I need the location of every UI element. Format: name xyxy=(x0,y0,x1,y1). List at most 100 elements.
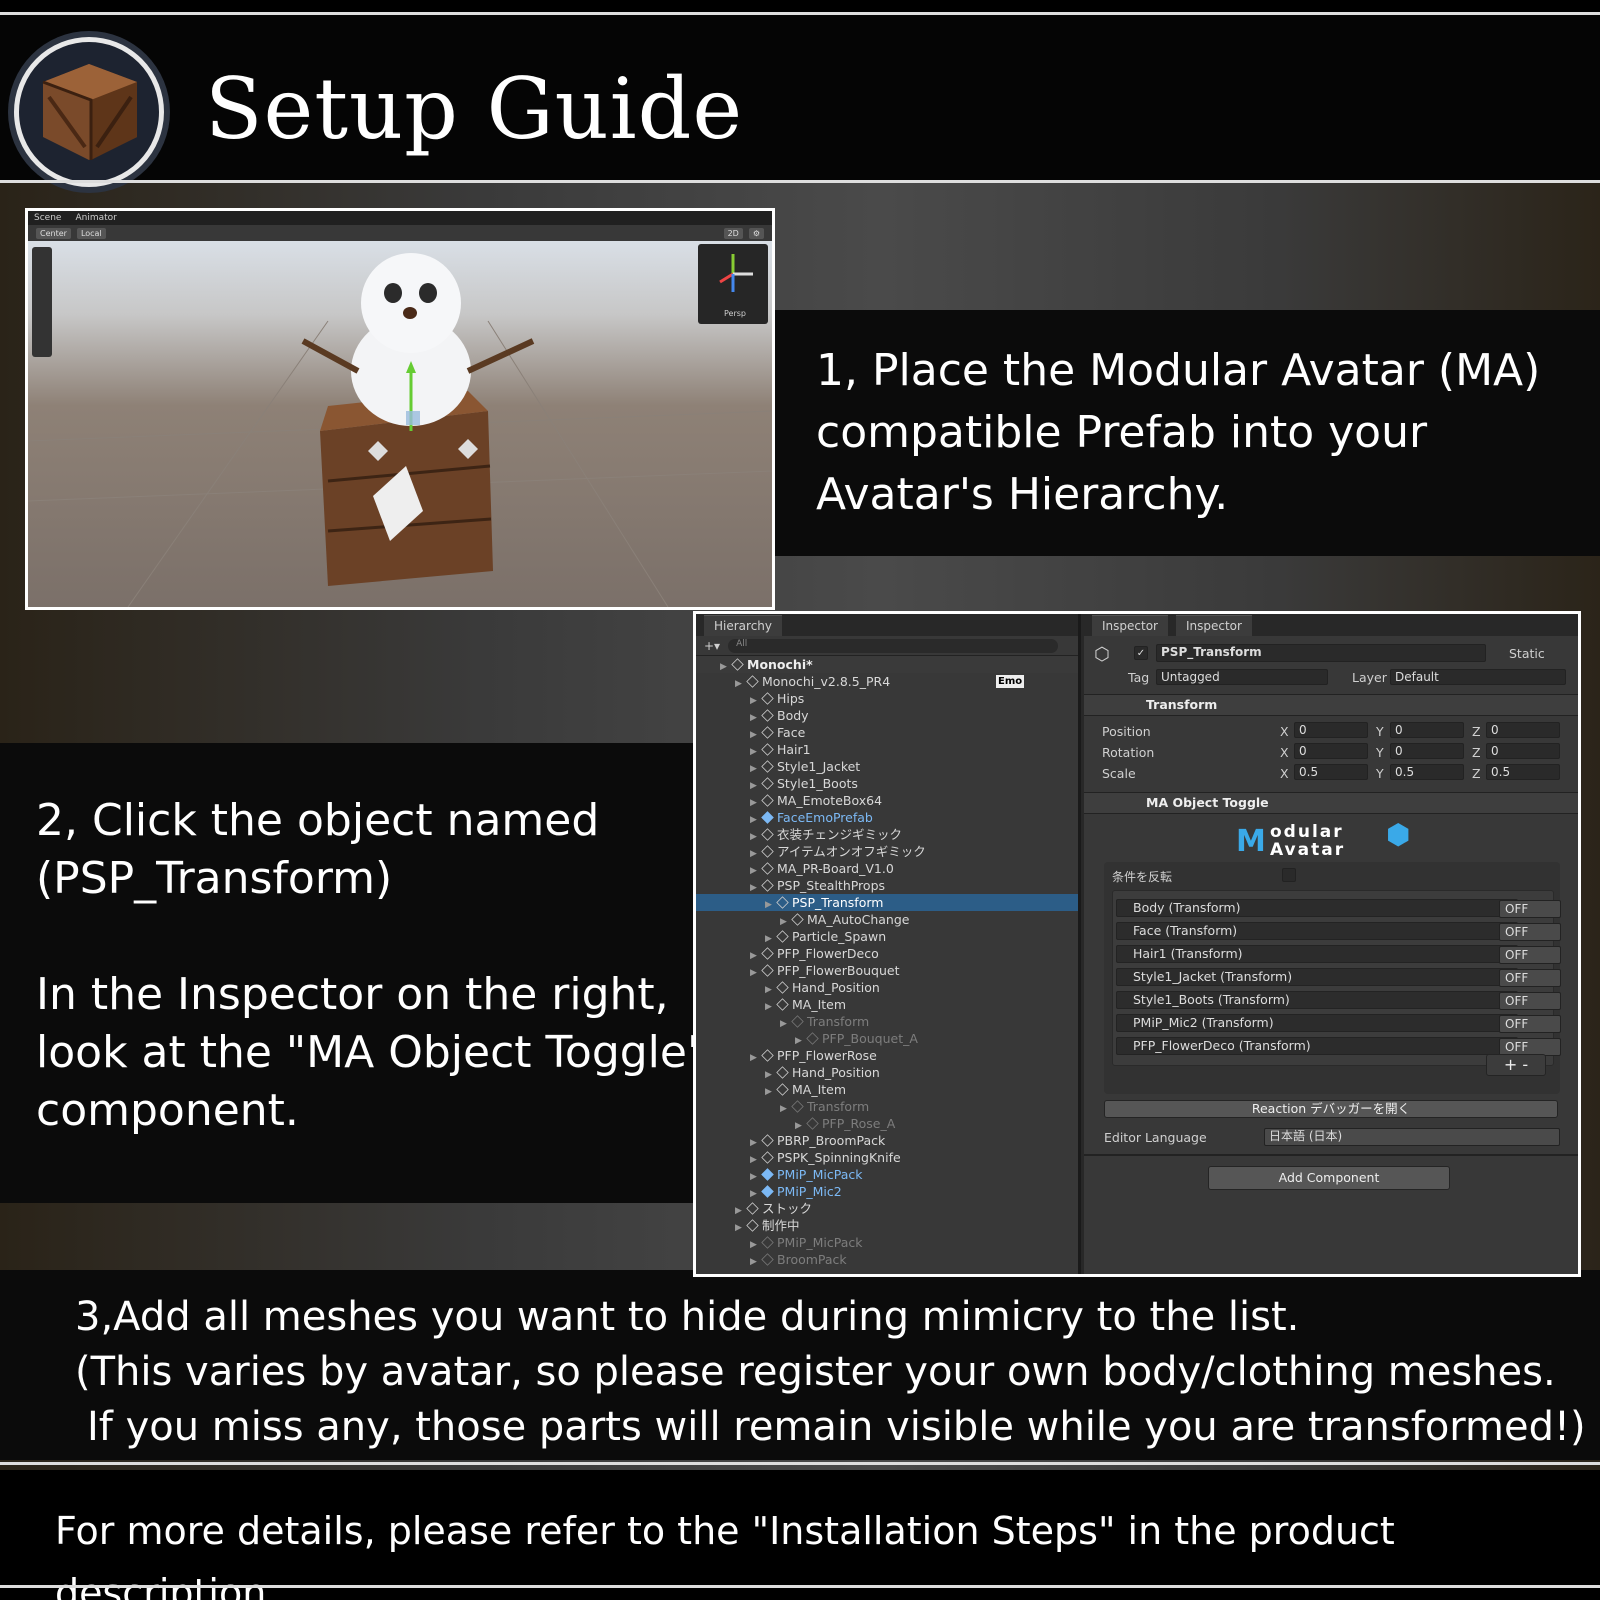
add-item-button[interactable]: + xyxy=(1504,1055,1517,1074)
tab-animator[interactable]: Animator xyxy=(75,213,116,223)
toggle-state-dropdown[interactable]: OFF xyxy=(1499,946,1561,964)
hierarchy-item-label: MA_Item xyxy=(792,997,847,1012)
hierarchy-item[interactable]: ▶ PFP_FlowerBouquet xyxy=(696,962,1078,979)
hierarchy-item[interactable]: ▶ MA_PR-Board_V1.0 xyxy=(696,860,1078,877)
transform-section-header[interactable]: Transform xyxy=(1084,694,1578,716)
editor-language-dropdown[interactable]: 日本語 (日本) xyxy=(1264,1128,1560,1146)
scl-field[interactable]: 0.5 xyxy=(1390,764,1464,780)
remove-item-button[interactable]: - xyxy=(1522,1055,1528,1074)
hierarchy-item[interactable]: ▶ PSPK_SpinningKnife xyxy=(696,1149,1078,1166)
hierarchy-item[interactable]: ▶ MA_EmoteBox64 xyxy=(696,792,1078,809)
gameobject-icon xyxy=(761,709,774,722)
scene-view[interactable]: Scene Animator Center Local 2D ⚙ Persp xyxy=(25,208,775,610)
gameobject-icon xyxy=(761,794,774,807)
gameobject-icon xyxy=(776,998,789,1011)
toggle-object-field[interactable]: PMiP_Mic2 (Transform) OFF xyxy=(1116,1014,1561,1033)
active-checkbox[interactable]: ✓ xyxy=(1134,646,1148,660)
gameobject-icon xyxy=(776,1066,789,1079)
hierarchy-item[interactable]: ▶ MA_Item xyxy=(696,996,1078,1013)
hierarchy-item[interactable]: ▶ PFP_Bouquet_A xyxy=(696,1030,1078,1047)
hierarchy-item[interactable]: ▶ PFP_FlowerDeco xyxy=(696,945,1078,962)
hierarchy-item[interactable]: ▶ PFP_Rose_A xyxy=(696,1115,1078,1132)
hierarchy-item[interactable]: ▶ 衣装チェンジギミック xyxy=(696,826,1078,843)
gizmos-button[interactable]: ⚙ xyxy=(748,227,764,239)
pos-field[interactable]: 0 xyxy=(1390,722,1464,738)
toggle-object-field[interactable]: PFP_FlowerDeco (Transform) OFF xyxy=(1116,1037,1561,1056)
hierarchy-item[interactable]: ▶ Monochi_v2.8.5_PR4 Emo xyxy=(696,673,1078,690)
add-component-button[interactable]: Add Component xyxy=(1208,1166,1450,1190)
hierarchy-item[interactable]: ▶ PFP_FlowerRose xyxy=(696,1047,1078,1064)
hierarchy-item[interactable]: ▶ Hand_Position xyxy=(696,979,1078,996)
scl-field[interactable]: 0.5 xyxy=(1294,764,1368,780)
tab-inspector-2[interactable]: Inspector xyxy=(1175,614,1252,636)
scl-field[interactable]: 0.5 xyxy=(1486,764,1560,780)
hierarchy-search-input[interactable]: All xyxy=(728,638,1058,653)
hierarchy-item[interactable]: ▶ Transform xyxy=(696,1013,1078,1030)
pos-field[interactable]: 0 xyxy=(1486,722,1560,738)
expand-arrow-icon[interactable]: ▶ xyxy=(750,1254,762,1271)
tab-scene[interactable]: Scene xyxy=(34,213,61,223)
pos-field[interactable]: 0 xyxy=(1294,722,1368,738)
axis-label: X xyxy=(1280,766,1289,781)
layer-dropdown[interactable]: Default xyxy=(1390,669,1566,685)
hierarchy-item[interactable]: ▶ 制作中 xyxy=(696,1217,1078,1234)
hierarchy-item[interactable]: ▶ Particle_Spawn xyxy=(696,928,1078,945)
toggle-state-dropdown[interactable]: OFF xyxy=(1499,992,1561,1010)
toggle-object-field[interactable]: Style1_Jacket (Transform) OFF xyxy=(1116,968,1561,987)
toggle-state-dropdown[interactable]: OFF xyxy=(1499,969,1561,987)
hierarchy-item-label: MA_PR-Board_V1.0 xyxy=(777,861,894,876)
toggle-object-field[interactable]: Face (Transform) OFF xyxy=(1116,922,1561,941)
rot-field[interactable]: 0 xyxy=(1486,743,1560,759)
hierarchy-item[interactable]: ▶ Hand_Position xyxy=(696,1064,1078,1081)
header: Setup Guide xyxy=(0,15,1600,187)
list-add-remove-buttons[interactable]: + - xyxy=(1486,1054,1546,1076)
hierarchy-item[interactable]: ▶ Face xyxy=(696,724,1078,741)
hierarchy-item[interactable]: ▶ MA_Item xyxy=(696,1081,1078,1098)
object-name-field[interactable]: PSP_Transform xyxy=(1156,644,1486,662)
hierarchy-item[interactable]: ▶ PMiP_Mic2 xyxy=(696,1183,1078,1200)
hierarchy-item[interactable]: ▶ PMiP_MicPack xyxy=(696,1234,1078,1251)
toggle-state-dropdown[interactable]: OFF xyxy=(1499,1015,1561,1033)
hierarchy-item[interactable]: ▶ PSP_StealthProps xyxy=(696,877,1078,894)
toggle-state-dropdown[interactable]: OFF xyxy=(1499,923,1561,941)
hierarchy-item[interactable]: ▶ Style1_Boots xyxy=(696,775,1078,792)
pivot-local-button[interactable]: Local xyxy=(76,227,106,239)
hierarchy-item-label: PFP_Rose_A xyxy=(822,1116,896,1131)
hierarchy-item-label: PSPK_SpinningKnife xyxy=(777,1150,901,1165)
reaction-debugger-button[interactable]: Reaction デバッガーを開く xyxy=(1104,1100,1558,1118)
hierarchy-item[interactable]: ▶ Hips xyxy=(696,690,1078,707)
hierarchy-item[interactable]: ▶ Transform xyxy=(696,1098,1078,1115)
hierarchy-item[interactable]: ▶ ストック xyxy=(696,1200,1078,1217)
rot-field[interactable]: 0 xyxy=(1294,743,1368,759)
hierarchy-item[interactable]: ▶ Body xyxy=(696,707,1078,724)
tag-dropdown[interactable]: Untagged xyxy=(1156,669,1328,685)
hierarchy-item[interactable]: ▶ Style1_Jacket xyxy=(696,758,1078,775)
hierarchy-item[interactable]: ▶ アイテムオンオフギミック xyxy=(696,843,1078,860)
step2-text: 2, Click the object named (PSP_Transform… xyxy=(36,792,707,1140)
hierarchy-item[interactable]: ▶ MA_AutoChange xyxy=(696,911,1078,928)
invert-condition-checkbox[interactable] xyxy=(1282,868,1296,882)
hierarchy-item[interactable]: ▶ Monochi* xyxy=(696,656,1078,673)
toggle-object-field[interactable]: Style1_Boots (Transform) OFF xyxy=(1116,991,1561,1010)
add-object-button[interactable]: +▾ xyxy=(704,639,720,653)
2d-toggle-button[interactable]: 2D xyxy=(723,227,743,239)
step2-line: component. xyxy=(36,1085,299,1136)
tab-hierarchy[interactable]: Hierarchy xyxy=(704,614,783,636)
hierarchy-item-selected[interactable]: ▶ PSP_Transform xyxy=(696,894,1078,911)
toggle-state-dropdown[interactable]: OFF xyxy=(1499,900,1561,918)
toggle-object-field[interactable]: Hair1 (Transform) OFF xyxy=(1116,945,1561,964)
rot-field[interactable]: 0 xyxy=(1390,743,1464,759)
hierarchy-item[interactable]: ▶ PBRP_BroomPack xyxy=(696,1132,1078,1149)
toggle-object-field[interactable]: Body (Transform) OFF xyxy=(1116,899,1561,918)
hierarchy-item[interactable]: ▶ FaceEmoPrefab xyxy=(696,809,1078,826)
tab-inspector[interactable]: Inspector xyxy=(1092,614,1168,636)
hierarchy-item[interactable]: ▶ PMiP_MicPack xyxy=(696,1166,1078,1183)
viewport[interactable]: Persp xyxy=(28,241,772,607)
static-toggle[interactable]: Static xyxy=(1509,646,1545,661)
hierarchy-item-label: Style1_Boots xyxy=(777,776,858,791)
ma-object-toggle-header[interactable]: MA Object Toggle xyxy=(1084,792,1578,814)
axis-label: X xyxy=(1280,724,1289,739)
hierarchy-item[interactable]: ▶ BroomPack xyxy=(696,1251,1078,1268)
pivot-center-button[interactable]: Center xyxy=(36,227,71,239)
hierarchy-item[interactable]: ▶ Hair1 xyxy=(696,741,1078,758)
